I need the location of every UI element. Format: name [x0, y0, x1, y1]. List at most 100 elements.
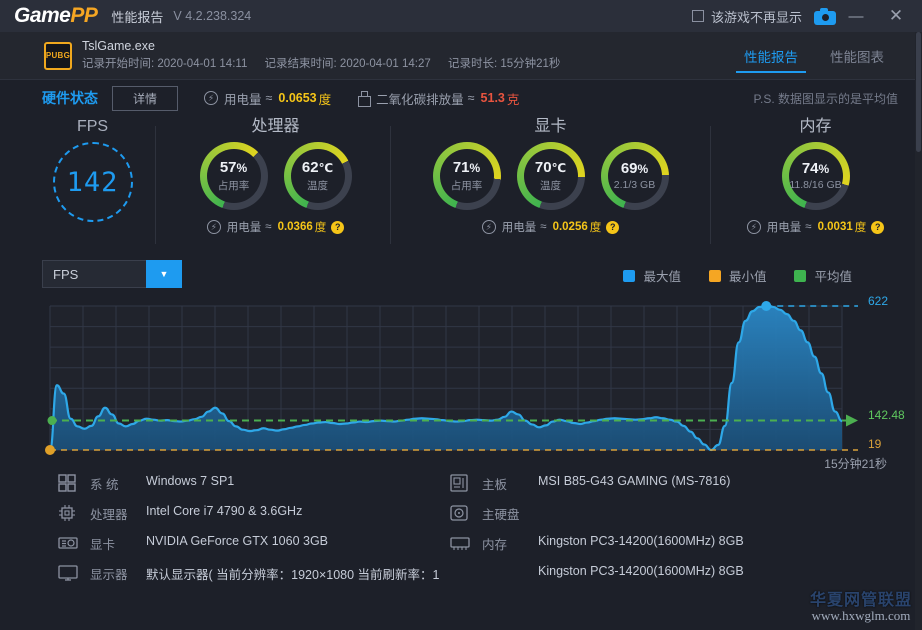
sysinfo-value-monitor: 默认显示器( 当前分辨率：1920×1080 当前刷新率：1: [146, 564, 439, 583]
record-start-time: 记录开始时间: 2020-04-01 14:11: [82, 58, 247, 70]
cpu-power-value: 0.0366: [278, 221, 313, 233]
game-icon: PUBG: [44, 42, 72, 70]
cpu-power-bolt-icon: ⚡: [207, 220, 221, 234]
co2-label: 二氧化碳排放量: [376, 89, 464, 108]
gauge-group-gpu-title: 显卡: [398, 116, 703, 138]
gpu-icon: [58, 534, 80, 554]
metric-dropdown-value[interactable]: FPS: [42, 260, 146, 288]
game-header-bar: PUBG TslGame.exe 记录开始时间: 2020-04-01 14:1…: [0, 32, 922, 80]
hide-game-checkbox[interactable]: [692, 10, 704, 22]
cpu-temp-inner: 62℃ 温度: [291, 149, 345, 203]
metric-dropdown[interactable]: FPS ▼: [42, 260, 182, 288]
cpu-ring-row: 57% 占用率 62℃ 温度: [168, 142, 383, 210]
chart-legend: 最大值 最小值 平均值: [623, 266, 852, 285]
window-scrollbar[interactable]: [915, 32, 922, 630]
close-button[interactable]: ✕: [876, 0, 916, 32]
sysinfo-key-harddisk: 主硬盘: [482, 504, 538, 523]
gpu-memory-label: 2.1/3 GB: [614, 179, 655, 191]
watermark: 华夏网管联盟 www.hxwglm.com: [810, 586, 912, 624]
gpu-usage-inner: 71% 占用率: [440, 149, 494, 203]
legend-item-max: 最大值: [623, 266, 681, 285]
cpu-power-label: 用电量: [227, 219, 262, 235]
gamepp-performance-report-window: GamePP 性能报告 V 4.2.238.324 该游戏不再显示 — ✕ PU…: [0, 0, 922, 630]
cpu-temp-label: 温度: [307, 178, 328, 193]
system-info-right-column: 主板 MSI B85-G43 GAMING (MS-7816) 主硬盘 内存 K…: [450, 474, 744, 594]
gpu-usage-label: 占用率: [451, 178, 483, 193]
gpu-temp-inner: 70℃ 温度: [524, 149, 578, 203]
game-process-name: TslGame.exe: [82, 38, 574, 55]
camera-icon[interactable]: [814, 8, 836, 25]
game-meta: TslGame.exe 记录开始时间: 2020-04-01 14:11 记录结…: [82, 38, 574, 72]
gpu-power-row: ⚡ 用电量 ≈ 0.0256 度 ?: [398, 219, 703, 235]
gpu-memory-inner: 69% 2.1/3 GB: [608, 149, 662, 203]
cpu-power-unit: 度: [315, 219, 327, 235]
sysinfo-value-memory: Kingston PC3-14200(1600MHz) 8GB: [538, 534, 744, 548]
window-subtitle: 性能报告: [111, 7, 163, 26]
sysinfo-row-motherboard: 主板 MSI B85-G43 GAMING (MS-7816): [450, 474, 744, 504]
record-end-time: 记录结束时间: 2020-04-01 14:27: [265, 58, 431, 70]
gpu-usage-value: 71%: [453, 160, 480, 175]
ps-note: P.S. 数据图显示的是平均值: [754, 90, 898, 107]
sysinfo-key-memory: 内存: [482, 534, 538, 553]
gauge-group-ram-title: 内存: [718, 116, 913, 138]
ram-ring-row: 74% 11.8/16 GB: [718, 142, 913, 210]
tab-performance-report[interactable]: 性能报告: [728, 32, 814, 80]
co2-unit: 克: [507, 89, 520, 108]
detail-button[interactable]: 详情: [112, 86, 178, 111]
cpu-usage-label: 占用率: [218, 178, 250, 193]
sysinfo-value-cpu: Intel Core i7 4790 & 3.6GHz: [146, 504, 302, 518]
chart-min-label: 19: [868, 437, 881, 451]
sysinfo-value-gpu: NVIDIA GeForce GTX 1060 3GB: [146, 534, 328, 548]
hide-game-checkbox-row[interactable]: 该游戏不再显示: [692, 7, 802, 26]
sysinfo-row-cpu: 处理器 Intel Core i7 4790 & 3.6GHz: [58, 504, 439, 534]
cpu-power-help-icon[interactable]: ?: [331, 221, 344, 234]
divider-1: [155, 126, 156, 244]
cpu-usage-inner: 57% 占用率: [207, 149, 261, 203]
gauge-group-cpu: 处理器 57% 占用率 62℃ 温度 ⚡ 用电量 ≈: [168, 116, 383, 235]
app-logo: GamePP: [14, 4, 97, 28]
hide-game-checkbox-label: 该游戏不再显示: [711, 7, 802, 26]
logo-pp-text: PP: [70, 4, 97, 27]
gpu-power-unit: 度: [590, 219, 602, 235]
version-label: V 4.2.238.324: [173, 9, 251, 23]
sysinfo-value-memory-2: Kingston PC3-14200(1600MHz) 8GB: [538, 564, 744, 578]
sysinfo-row-monitor: 显示器 默认显示器( 当前分辨率：1920×1080 当前刷新率：1: [58, 564, 439, 594]
ram-power-row: ⚡ 用电量 ≈ 0.0031 度 ?: [718, 219, 913, 235]
legend-item-min: 最小值: [709, 266, 767, 285]
sysinfo-key-cpu: 处理器: [90, 504, 146, 523]
gauge-group-ram: 内存 74% 11.8/16 GB ⚡ 用电量 ≈ 0.0031 度 ?: [718, 116, 913, 235]
chevron-down-icon[interactable]: ▼: [146, 260, 182, 288]
cpu-usage-ring: 57% 占用率: [200, 142, 268, 210]
gpu-power-help-icon[interactable]: ?: [606, 221, 619, 234]
ram-power-approx: ≈: [805, 221, 811, 233]
co2-flask-icon: [357, 91, 370, 106]
ram-power-help-icon[interactable]: ?: [871, 221, 884, 234]
sysinfo-row-harddisk: 主硬盘: [450, 504, 744, 534]
fps-value: 142: [67, 167, 119, 198]
fps-chart-svg: [42, 300, 862, 460]
title-bar-right: 该游戏不再显示 — ✕: [692, 0, 922, 32]
divider-3: [710, 126, 711, 244]
sysinfo-value-motherboard: MSI B85-G43 GAMING (MS-7816): [538, 474, 730, 488]
sysinfo-row-memory: 内存 Kingston PC3-14200(1600MHz) 8GB: [450, 534, 744, 564]
cpu-power-approx: ≈: [265, 221, 271, 233]
total-power-usage: ⚡ 用电量 ≈ 0.0653 度: [204, 89, 331, 108]
scrollbar-thumb[interactable]: [916, 32, 921, 152]
gpu-temp-value: 70℃: [535, 160, 566, 175]
sysinfo-key-gpu: 显卡: [90, 534, 146, 553]
gauge-group-gpu: 显卡 71% 占用率 70℃ 温度 69%: [398, 116, 703, 235]
motherboard-icon: [450, 474, 472, 494]
gpu-memory-value: 69%: [621, 161, 648, 176]
minimize-button[interactable]: —: [836, 0, 876, 32]
tab-performance-chart[interactable]: 性能图表: [814, 32, 900, 80]
chart-avg-label: 142.48: [868, 408, 905, 422]
title-bar: GamePP 性能报告 V 4.2.238.324 该游戏不再显示 — ✕: [0, 0, 922, 32]
sysinfo-key-os: 系 统: [90, 474, 146, 493]
fps-ring: 142: [53, 142, 133, 222]
gpu-ring-row: 71% 占用率 70℃ 温度 69% 2.1/3 GB: [398, 142, 703, 210]
sysinfo-row-os: 系 统 Windows 7 SP1: [58, 474, 439, 504]
co2-emission: 二氧化碳排放量 ≈ 51.3 克: [357, 89, 519, 108]
gpu-power-approx: ≈: [540, 221, 546, 233]
sysinfo-row-memory-2: Kingston PC3-14200(1600MHz) 8GB: [450, 564, 744, 594]
sysinfo-key-motherboard: 主板: [482, 474, 538, 493]
